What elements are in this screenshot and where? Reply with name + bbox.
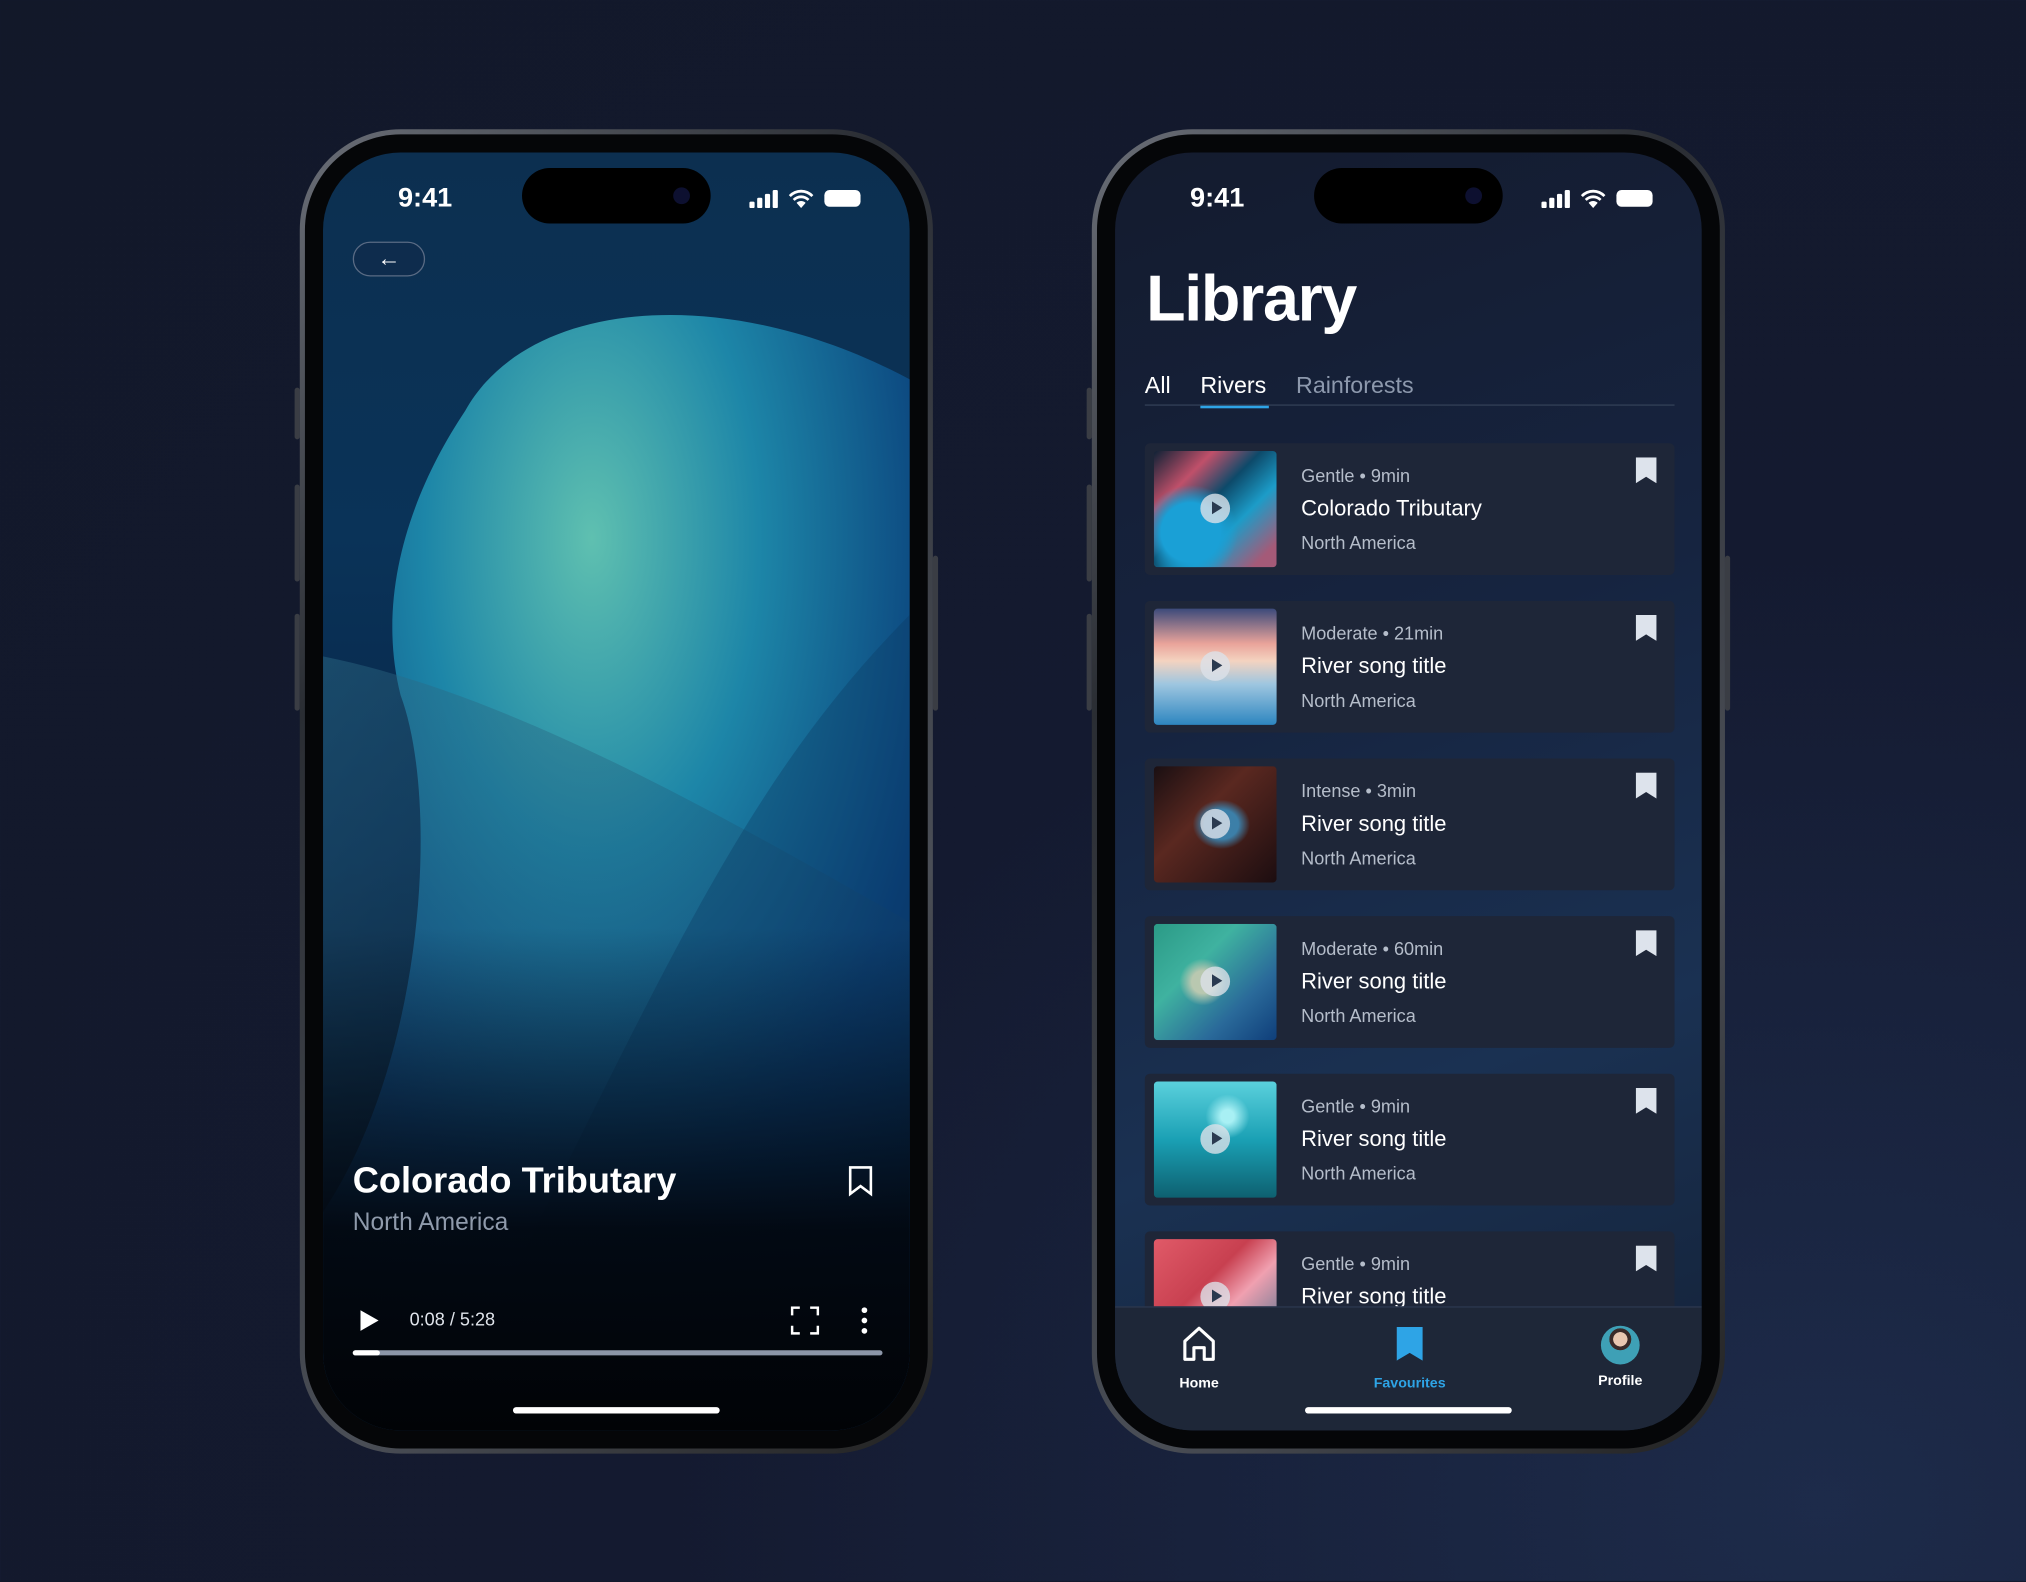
- track-location: North America: [352, 1209, 509, 1237]
- nav-home[interactable]: Home: [1141, 1326, 1257, 1392]
- tab-rivers[interactable]: Rivers: [1200, 372, 1269, 409]
- wifi-icon: [788, 189, 814, 209]
- fullscreen-icon[interactable]: [790, 1306, 820, 1335]
- bookmark-icon: [1396, 1326, 1423, 1361]
- home-indicator: [512, 1407, 720, 1414]
- bookmark-icon[interactable]: [1635, 930, 1657, 957]
- item-title: Colorado Tributary: [1301, 496, 1482, 521]
- signal-icon: [1541, 189, 1570, 208]
- status-time: 9:41: [397, 183, 453, 214]
- play-icon[interactable]: [1200, 651, 1231, 681]
- more-options-icon[interactable]: [861, 1306, 869, 1334]
- progress-bar[interactable]: [352, 1350, 883, 1356]
- item-location: North America: [1301, 532, 1416, 554]
- thumbnail[interactable]: [1153, 766, 1277, 883]
- thumbnail[interactable]: [1153, 450, 1277, 568]
- list-item[interactable]: Gentle • 9min River song title North Ame…: [1144, 1073, 1675, 1206]
- item-title: River song title: [1301, 811, 1447, 836]
- play-icon[interactable]: [1200, 1124, 1231, 1154]
- battery-icon: [824, 189, 861, 207]
- nav-profile[interactable]: Profile: [1562, 1325, 1678, 1390]
- library-screen: 9:41 Library All Rivers Rainforests Gent…: [1115, 152, 1702, 1431]
- battery-icon: [1616, 189, 1653, 207]
- item-meta: Moderate • 60min: [1301, 938, 1444, 959]
- artwork: [323, 314, 910, 1431]
- home-icon: [1183, 1326, 1215, 1361]
- item-location: North America: [1301, 689, 1416, 711]
- list-item[interactable]: Moderate • 60min River song title North …: [1144, 916, 1675, 1048]
- bookmark-icon[interactable]: [1635, 615, 1657, 641]
- item-meta: Gentle • 9min: [1301, 1253, 1411, 1275]
- item-location: North America: [1301, 1162, 1416, 1184]
- thumbnail[interactable]: [1153, 1081, 1277, 1198]
- item-meta: Intense • 3min: [1301, 780, 1417, 802]
- play-icon[interactable]: [1200, 493, 1231, 524]
- item-meta: Gentle • 9min: [1301, 465, 1411, 486]
- play-button[interactable]: [359, 1309, 380, 1332]
- library-phone: 9:41 Library All Rivers Rainforests Gent…: [1091, 129, 1725, 1454]
- list-item[interactable]: Moderate • 21min River song title North …: [1144, 600, 1675, 733]
- play-icon[interactable]: [1200, 808, 1231, 839]
- bookmark-icon[interactable]: [848, 1165, 874, 1197]
- tab-all[interactable]: All: [1145, 372, 1171, 406]
- dynamic-island: [1314, 167, 1503, 224]
- item-location: North America: [1301, 847, 1416, 869]
- bookmark-icon[interactable]: [1635, 1087, 1657, 1114]
- home-indicator: [1305, 1407, 1512, 1414]
- status-time: 9:41: [1190, 183, 1245, 214]
- signal-icon: [749, 189, 778, 208]
- status-icons: [1541, 189, 1653, 209]
- play-icon[interactable]: [1200, 966, 1231, 997]
- back-button[interactable]: ←: [352, 241, 426, 277]
- thumbnail[interactable]: [1153, 608, 1277, 725]
- bookmark-icon[interactable]: [1635, 772, 1657, 799]
- thumbnail[interactable]: [1153, 923, 1277, 1041]
- avatar: [1600, 1325, 1640, 1365]
- item-location: North America: [1301, 1005, 1416, 1026]
- nav-profile-label: Profile: [1598, 1373, 1643, 1390]
- tab-rainforests[interactable]: Rainforests: [1296, 372, 1414, 406]
- playback-time: 0:08 / 5:28: [409, 1308, 496, 1330]
- page-title: Library: [1146, 262, 1357, 335]
- category-tabs: All Rivers Rainforests: [1144, 372, 1675, 409]
- item-title: River song title: [1301, 1126, 1447, 1152]
- nav-favourites[interactable]: Favourites: [1352, 1326, 1468, 1392]
- track-title: Colorado Tributary: [352, 1160, 677, 1201]
- item-title: River song title: [1301, 969, 1447, 994]
- item-meta: Moderate • 21min: [1301, 622, 1444, 644]
- player-screen: 9:41 ← Colorado Tributary North America …: [323, 152, 910, 1431]
- nav-favourites-label: Favourites: [1373, 1376, 1446, 1392]
- status-icons: [749, 189, 861, 209]
- player-phone: 9:41 ← Colorado Tributary North America …: [299, 129, 933, 1454]
- list-item[interactable]: Intense • 3min River song title North Am…: [1144, 758, 1675, 891]
- list-item[interactable]: Gentle • 9min Colorado Tributary North A…: [1144, 443, 1675, 575]
- bookmark-icon[interactable]: [1635, 457, 1657, 484]
- item-title: River song title: [1301, 653, 1447, 679]
- nav-home-label: Home: [1179, 1376, 1219, 1392]
- arrow-left-icon: ←: [377, 245, 401, 272]
- progress-fill: [352, 1350, 380, 1356]
- wifi-icon: [1580, 189, 1606, 209]
- dynamic-island: [522, 167, 711, 224]
- bookmark-icon[interactable]: [1635, 1245, 1657, 1272]
- item-meta: Gentle • 9min: [1301, 1095, 1411, 1117]
